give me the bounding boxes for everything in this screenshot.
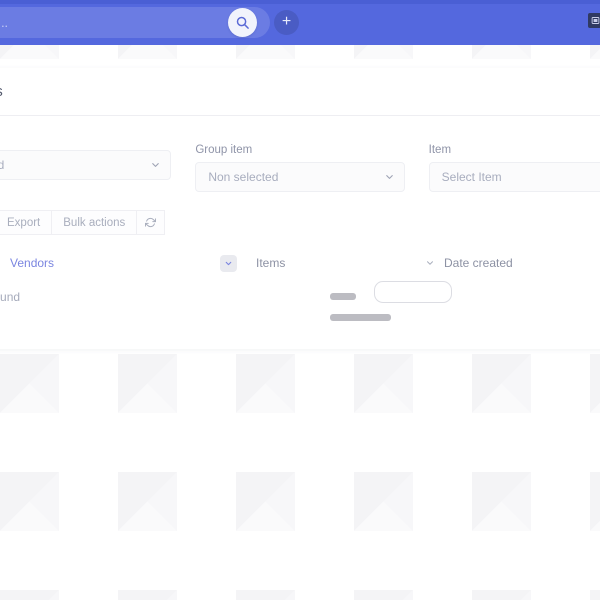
filter-row: ected Group item Non selected bbox=[0, 144, 600, 192]
app-badge-icon[interactable] bbox=[588, 13, 600, 28]
card-body: ected Group item Non selected bbox=[0, 116, 600, 304]
column-header-date-created[interactable]: Date created bbox=[444, 256, 600, 270]
table-header-row: Vendors Items Date created bbox=[0, 248, 600, 278]
filter-label-group-item: Group item bbox=[195, 144, 253, 156]
app-header-bar: + bbox=[0, 0, 600, 45]
content-card: -Items ected Grou bbox=[0, 68, 600, 349]
filter-group-1: Group item Non selected bbox=[195, 144, 405, 192]
filter-value-2: Select Item bbox=[441, 170, 502, 184]
vendors-expand-cell bbox=[210, 254, 246, 272]
skeleton-bar-long bbox=[330, 314, 391, 321]
card-header: -Items bbox=[0, 68, 600, 116]
page-title: -Items bbox=[0, 84, 3, 100]
filter-select-0[interactable]: ected bbox=[0, 150, 172, 180]
chevron-down-icon bbox=[384, 172, 395, 183]
search-button[interactable] bbox=[228, 8, 257, 37]
filter-value-1: Non selected bbox=[208, 170, 279, 184]
page-root: + -Items ected bbox=[0, 0, 600, 600]
search-icon bbox=[236, 16, 249, 29]
filter-value-0: ected bbox=[0, 158, 5, 172]
export-button[interactable]: Export bbox=[0, 210, 53, 235]
column-header-vendors[interactable]: Vendors bbox=[2, 256, 210, 270]
expand-vendors-button[interactable] bbox=[219, 254, 237, 272]
filter-select-group-item[interactable]: Non selected bbox=[195, 162, 405, 192]
empty-state-text: es found bbox=[0, 290, 21, 304]
refresh-button[interactable] bbox=[137, 210, 166, 235]
bulk-actions-button[interactable]: Bulk actions bbox=[52, 210, 138, 235]
chevron-down-icon bbox=[225, 261, 231, 265]
filter-select-item[interactable]: Select Item bbox=[428, 162, 600, 192]
data-table: Vendors Items Date created und bbox=[0, 248, 600, 304]
header-accent-strip bbox=[0, 0, 600, 4]
table-toolbar: Export Bulk actions bbox=[0, 210, 600, 235]
chevron-down-icon bbox=[150, 160, 161, 171]
window-glyph-icon bbox=[591, 17, 600, 24]
skeleton-bar-short bbox=[330, 293, 356, 300]
refresh-icon bbox=[145, 217, 157, 228]
chevron-down-icon[interactable] bbox=[425, 258, 435, 268]
filter-group-2: Item Select Item bbox=[428, 144, 600, 192]
loading-popover bbox=[374, 281, 452, 303]
filter-group-0: ected bbox=[0, 144, 172, 192]
filter-label-item: Item bbox=[428, 144, 452, 156]
column-header-items[interactable]: Items bbox=[246, 256, 416, 270]
items-sort-cell bbox=[416, 258, 444, 268]
add-button[interactable]: + bbox=[274, 10, 299, 35]
